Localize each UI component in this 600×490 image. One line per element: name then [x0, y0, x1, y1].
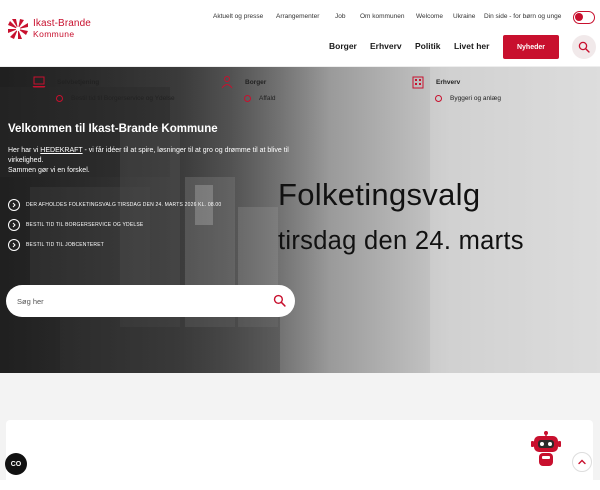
hero-link-folketingsvalg[interactable]: DER AFHOLDES FOLKETINGSVALG TIRSDAG DEN …	[8, 195, 221, 215]
chatbot-robot-icon[interactable]	[531, 431, 561, 469]
list-item-label: Byggeri og anlæg	[450, 95, 501, 102]
hedekraft-link[interactable]: HEDEKRAFT	[40, 147, 82, 154]
mainnav-erhverv[interactable]: Erhverv	[370, 41, 402, 51]
search-placeholder: Søg her	[17, 296, 44, 306]
chevron-up-icon	[578, 459, 586, 465]
topnav-link-om-kommunen[interactable]: Om kommunen	[360, 13, 404, 20]
topnav-link-ukraine[interactable]: Ukraine	[453, 13, 475, 20]
chevron-right-icon	[8, 219, 20, 231]
hero-text-prefix: Her har vi	[8, 147, 41, 154]
poster-line-2: tirsdag den 24. marts	[278, 227, 524, 255]
mainnav-borger[interactable]: Borger	[329, 41, 357, 51]
topnav-link-arrangementer[interactable]: Arrangementer	[276, 13, 319, 20]
column-heading: Selvbetjening	[57, 78, 100, 86]
hero-link-borgerservice[interactable]: BESTIL TID TIL BORGERSERVICE OG YDELSE	[8, 215, 221, 235]
site-header: Ikast-Brande Kommune Aktuelt og presse A…	[0, 0, 600, 67]
search-icon	[578, 41, 590, 53]
chevron-right-icon	[244, 95, 251, 102]
mainnav-politik[interactable]: Politik	[415, 41, 441, 51]
hero-text-line2: Sammen gør vi en forskel.	[8, 167, 90, 174]
topnav-link-job[interactable]: Job	[335, 13, 345, 20]
column-heading: Borger	[245, 78, 267, 86]
header-search-button[interactable]	[572, 35, 596, 59]
chevron-right-icon	[435, 95, 442, 102]
chevron-right-icon	[8, 239, 20, 251]
column-heading: Erhverv	[436, 78, 461, 86]
logo-subtitle: Kommune	[33, 29, 75, 39]
top-navigation: Aktuelt og presse Arrangementer Job Om k…	[0, 13, 600, 25]
list-item[interactable]: Affald	[244, 95, 276, 102]
people-icon	[219, 74, 235, 90]
hero-link-label: BESTIL TID TIL BORGERSERVICE OG YDELSE	[26, 222, 144, 228]
list-item[interactable]: Bestil tid til Borgerservice og Ydelse	[56, 95, 175, 102]
list-item-label: Affald	[259, 95, 276, 102]
topnav-link-din-side[interactable]: Din side - for børn og unge	[484, 13, 561, 20]
hero-link-jobcenter[interactable]: BESTIL TID TIL JOBCENTERET	[8, 235, 221, 255]
building-icon	[410, 74, 426, 90]
site-search-input[interactable]: Søg her	[6, 285, 295, 317]
list-item-label: Bestil tid til Borgerservice og Ydelse	[71, 95, 175, 102]
topnav-link-welcome[interactable]: Welcome	[416, 13, 443, 20]
hero-intro-text: Her har vi HEDEKRAFT - vi får idéer til …	[8, 146, 298, 176]
services-section	[0, 373, 600, 490]
chevron-right-icon	[8, 199, 20, 211]
scroll-top-button[interactable]	[572, 452, 592, 472]
hero-link-label: DER AFHOLDES FOLKETINGSVALG TIRSDAG DEN …	[26, 202, 222, 208]
hero-title: Velkommen til Ikast-Brande Kommune	[8, 123, 218, 135]
poster-line-1: Folketingsvalg	[278, 177, 481, 212]
list-item[interactable]: Byggeri og anlæg	[435, 95, 501, 102]
hero-link-label: BESTIL TID TIL JOBCENTERET	[26, 242, 104, 248]
cookie-settings-button[interactable]: CO	[5, 453, 27, 475]
laptop-icon	[31, 74, 47, 90]
mainnav-livet-her[interactable]: Livet her	[454, 41, 489, 51]
contrast-toggle[interactable]	[573, 11, 595, 24]
search-icon[interactable]	[273, 294, 286, 307]
toggle-knob	[575, 13, 583, 21]
topnav-link-aktuelt[interactable]: Aktuelt og presse	[213, 13, 263, 20]
news-button[interactable]: Nyheder	[503, 35, 559, 59]
chevron-right-icon	[56, 95, 63, 102]
hero-links: DER AFHOLDES FOLKETINGSVALG TIRSDAG DEN …	[8, 195, 221, 255]
hero-banner: Velkommen til Ikast-Brande Kommune Her h…	[0, 67, 600, 373]
